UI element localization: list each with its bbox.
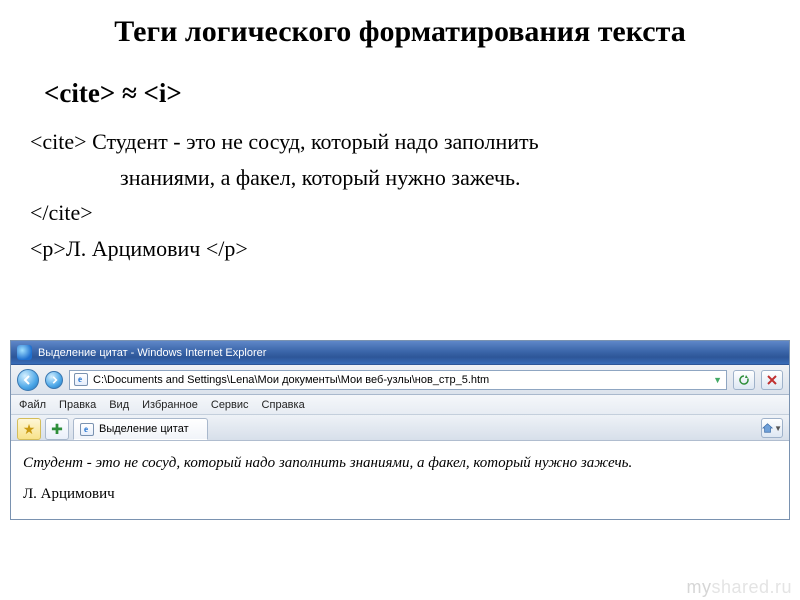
arrow-left-icon bbox=[23, 375, 33, 385]
watermark: myshared.ru bbox=[686, 577, 792, 598]
chevron-down-icon: ▼ bbox=[774, 424, 782, 433]
back-button[interactable] bbox=[17, 369, 39, 391]
code-text-2: знаниями, а факел, который нужно зажечь. bbox=[30, 163, 770, 193]
menubar: Файл Правка Вид Избранное Сервис Справка bbox=[11, 395, 789, 415]
stop-button[interactable] bbox=[761, 370, 783, 390]
menu-tools[interactable]: Сервис bbox=[211, 399, 249, 411]
menu-favorites[interactable]: Избранное bbox=[142, 399, 198, 411]
tabbar: ★ ✚ Выделение цитат ▼ bbox=[11, 415, 789, 441]
menu-file[interactable]: Файл bbox=[19, 399, 46, 411]
star-icon: ★ bbox=[23, 421, 36, 438]
refresh-icon bbox=[738, 374, 750, 386]
tag-p-open: <p> bbox=[30, 236, 66, 261]
tab-label: Выделение цитат bbox=[99, 423, 189, 435]
home-icon bbox=[762, 422, 773, 434]
menu-view[interactable]: Вид bbox=[109, 399, 129, 411]
home-button[interactable]: ▼ bbox=[761, 418, 783, 438]
rendered-cite-text: Студент - это не сосуд, который надо зап… bbox=[23, 453, 777, 474]
watermark-left: my bbox=[686, 577, 711, 597]
menu-edit[interactable]: Правка bbox=[59, 399, 96, 411]
window-title: Выделение цитат - Windows Internet Explo… bbox=[38, 347, 266, 359]
tag-p-close: </p> bbox=[206, 236, 248, 261]
code-text-1: Студент - это не сосуд, который надо зап… bbox=[87, 129, 539, 154]
refresh-button[interactable] bbox=[733, 370, 755, 390]
browser-window: Выделение цитат - Windows Internet Explo… bbox=[10, 340, 790, 520]
address-toolbar: C:\Documents and Settings\Lena\Мои докум… bbox=[11, 365, 789, 395]
page-icon bbox=[74, 373, 88, 386]
tab-active[interactable]: Выделение цитат bbox=[73, 418, 208, 440]
menu-help[interactable]: Справка bbox=[262, 399, 305, 411]
add-favorite-button[interactable]: ✚ bbox=[45, 418, 69, 440]
code-author: Л. Арцимович bbox=[66, 236, 206, 261]
tag-cite-open: <cite> bbox=[30, 129, 87, 154]
arrow-right-icon bbox=[50, 376, 58, 384]
slide-title: Теги логического форматирования текста bbox=[0, 0, 800, 56]
slide-subtitle: <cite> ≈ <i> bbox=[0, 56, 800, 109]
close-icon bbox=[767, 375, 777, 385]
rendered-author: Л. Арцимович bbox=[23, 484, 777, 505]
page-icon bbox=[80, 423, 94, 436]
titlebar: Выделение цитат - Windows Internet Explo… bbox=[11, 341, 789, 365]
tag-cite-close: </cite> bbox=[30, 198, 770, 228]
address-text: C:\Documents and Settings\Lena\Мои докум… bbox=[93, 374, 708, 386]
watermark-right: shared.ru bbox=[711, 577, 792, 597]
address-field[interactable]: C:\Documents and Settings\Lena\Мои докум… bbox=[69, 370, 727, 390]
forward-button[interactable] bbox=[45, 371, 63, 389]
page-content: Студент - это не сосуд, который надо зап… bbox=[11, 441, 789, 519]
chevron-down-icon[interactable]: ▼ bbox=[713, 375, 722, 385]
ie-icon bbox=[17, 345, 32, 360]
favorites-star-button[interactable]: ★ bbox=[17, 418, 41, 440]
star-plus-icon: ✚ bbox=[51, 421, 63, 438]
code-example: <cite> Студент - это не сосуд, который н… bbox=[0, 109, 800, 264]
